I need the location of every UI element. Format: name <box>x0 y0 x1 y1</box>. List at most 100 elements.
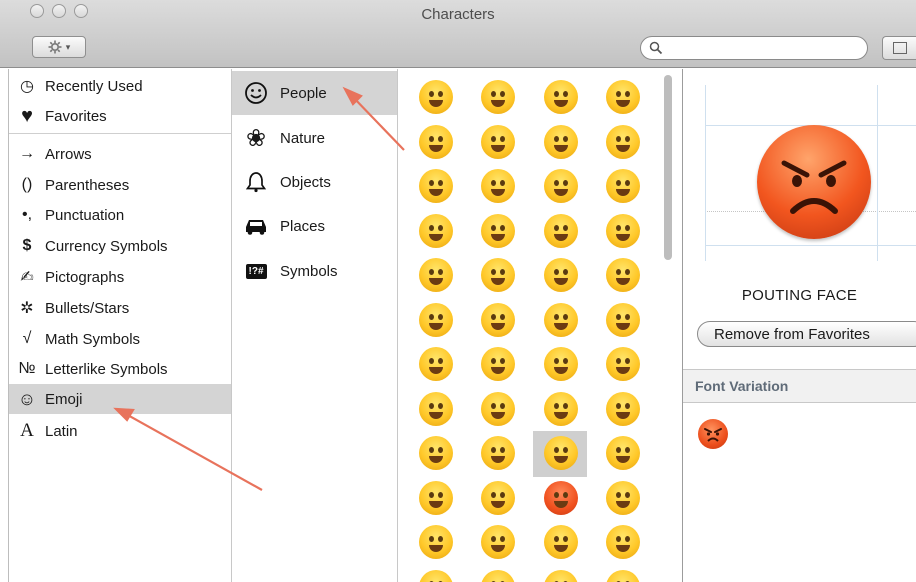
sidebar-item-bullets-stars[interactable]: ✲ Bullets/Stars <box>9 293 231 323</box>
emoji-cell[interactable] <box>606 480 640 515</box>
category-nature[interactable]: ❀ Nature <box>232 116 397 160</box>
category-label: Places <box>280 217 326 235</box>
emoji-cell[interactable] <box>419 569 453 582</box>
emoji-cell[interactable] <box>544 124 578 159</box>
emoji-cell[interactable] <box>419 302 453 337</box>
emoji-mouth <box>429 278 443 285</box>
emoji-mouth <box>491 545 505 552</box>
emoji-mouth <box>616 144 630 152</box>
emoji-mouth <box>554 189 568 196</box>
emoji-cell[interactable] <box>481 124 515 159</box>
emoji-cell[interactable] <box>544 391 578 426</box>
category-objects[interactable]: Objects <box>232 160 397 204</box>
emoji-cell[interactable] <box>544 169 578 203</box>
sidebar-item-latin[interactable]: A Latin <box>9 416 231 446</box>
emoji-cell[interactable] <box>419 480 453 515</box>
emoji-cell[interactable] <box>544 436 578 470</box>
sidebar-item-label: Recently Used <box>45 77 143 95</box>
emoji-cell[interactable] <box>419 258 453 292</box>
emoji-cell[interactable] <box>481 436 515 470</box>
numero-icon: № <box>18 360 36 377</box>
sidebar-item-emoji[interactable]: ☺ Emoji <box>9 384 231 414</box>
emoji-cell[interactable] <box>481 391 515 426</box>
sidebar-item-currency-symbols[interactable]: $ Currency Symbols <box>9 231 231 261</box>
smiley-icon <box>232 81 280 105</box>
sidebar-item-favorites[interactable]: ♥ Favorites <box>9 101 231 131</box>
guide-line <box>877 85 878 261</box>
divider <box>9 133 231 134</box>
view-toggle-button[interactable] <box>882 36 916 60</box>
emoji-cell[interactable] <box>606 436 640 470</box>
search-field[interactable] <box>640 36 868 60</box>
emoji-mouth <box>554 500 568 508</box>
emoji-cell[interactable] <box>481 169 515 203</box>
character-preview <box>705 85 916 261</box>
sidebar-item-label: Math Symbols <box>45 330 141 348</box>
emoji-cell[interactable] <box>481 213 515 248</box>
sidebar-item-math-symbols[interactable]: √ Math Symbols <box>9 324 231 354</box>
emoji-cell[interactable] <box>481 302 515 337</box>
emoji-cell[interactable] <box>481 80 515 114</box>
emoji-cell[interactable] <box>606 347 640 381</box>
emoji-cell[interactable] <box>606 258 640 292</box>
emoji-mouth <box>616 278 630 285</box>
emoji-cell[interactable] <box>544 480 578 515</box>
emoji-cell[interactable] <box>419 169 453 203</box>
category-label: Nature <box>280 129 326 147</box>
sidebar-item-arrows[interactable]: → Arrows <box>9 139 231 169</box>
emoji-cell[interactable] <box>606 124 640 159</box>
emoji-cell[interactable] <box>481 569 515 582</box>
emoji-cell[interactable] <box>419 391 453 426</box>
emoji-mouth <box>491 233 505 241</box>
emoji-cell[interactable] <box>481 525 515 559</box>
emoji-cell[interactable] <box>481 347 515 381</box>
emoji-cell[interactable] <box>544 525 578 559</box>
emoji-cell[interactable] <box>606 302 640 337</box>
character-detail-panel: POUTING FACE Remove from Favorites Font … <box>683 69 916 582</box>
search-input[interactable] <box>669 40 859 56</box>
emoji-cell[interactable] <box>544 213 578 248</box>
emoji-mouth <box>616 100 630 107</box>
emoji-mouth <box>554 322 568 330</box>
emoji-cell[interactable] <box>606 569 640 582</box>
emoji-cell[interactable] <box>606 525 640 559</box>
emoji-cell[interactable] <box>606 80 640 114</box>
emoji-mouth <box>429 545 443 552</box>
emoji-cell[interactable] <box>606 169 640 203</box>
vertical-scrollbar[interactable] <box>664 75 672 260</box>
emoji-cell[interactable] <box>419 347 453 381</box>
category-places[interactable]: Places <box>232 204 397 248</box>
emoji-cell[interactable] <box>419 124 453 159</box>
emoji-cell[interactable] <box>419 80 453 114</box>
category-people[interactable]: People <box>232 71 397 115</box>
emoji-cell[interactable] <box>544 258 578 292</box>
remove-from-favorites-button[interactable]: Remove from Favorites <box>697 321 916 347</box>
sidebar-item-parentheses[interactable]: () Parentheses <box>9 170 231 200</box>
sidebar-item-punctuation[interactable]: •, Punctuation <box>9 200 231 230</box>
font-variation-emoji[interactable] <box>698 419 728 449</box>
emoji-mouth <box>429 456 443 463</box>
sidebar-item-pictographs[interactable]: ✍ Pictographs <box>9 262 231 292</box>
emoji-cell[interactable] <box>544 302 578 337</box>
heart-icon: ♥ <box>21 104 33 127</box>
emoji-mouth <box>554 456 568 463</box>
emoji-cell[interactable] <box>544 80 578 114</box>
sidebar-item-letterlike-symbols[interactable]: № Letterlike Symbols <box>9 354 231 384</box>
emoji-cell[interactable] <box>606 213 640 248</box>
emoji-cell[interactable] <box>481 258 515 292</box>
emoji-cell[interactable] <box>544 569 578 582</box>
emoji-cell[interactable] <box>544 347 578 381</box>
sidebar-item-label: Currency Symbols <box>45 237 168 255</box>
emoji-mouth <box>616 456 630 463</box>
action-menu-button[interactable]: ▾ <box>32 36 86 58</box>
category-label: Symbols <box>280 262 338 280</box>
emoji-cell[interactable] <box>481 480 515 515</box>
emoji-cell[interactable] <box>419 436 453 470</box>
grid-view-icon <box>893 42 907 54</box>
emoji-cell[interactable] <box>419 213 453 248</box>
emoji-cell[interactable] <box>419 525 453 559</box>
sidebar-item-recently-used[interactable]: ◷ Recently Used <box>9 71 231 101</box>
category-symbols[interactable]: !?# Symbols <box>232 249 397 293</box>
emoji-cell[interactable] <box>606 391 640 426</box>
sidebar-item-label: Pictographs <box>45 268 125 286</box>
